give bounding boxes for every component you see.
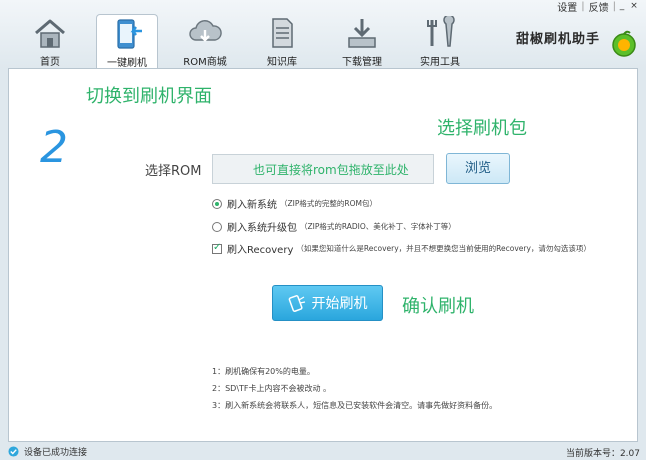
option-recovery[interactable]: 刷入Recovery （如果您知道什么是Recovery，并且不想更换您当前使用… bbox=[212, 241, 591, 256]
note-line: 3：刷入新系统会将联系人，短信息及已安装软件会清空。请事先做好资料备份。 bbox=[212, 401, 498, 410]
feedback-menu[interactable]: 反馈 bbox=[585, 0, 613, 14]
tab-flash[interactable]: 一键刷机 bbox=[96, 14, 158, 69]
tab-tools[interactable]: 实用工具 bbox=[409, 14, 471, 68]
status-bar: 设备已成功连接 当前版本号：2.07 bbox=[0, 442, 646, 460]
version-label: 当前版本号：2.07 bbox=[565, 449, 640, 459]
rom-label: 选择ROM bbox=[145, 164, 202, 179]
tab-label: ROM商城 bbox=[183, 57, 227, 68]
cloud-download-icon bbox=[189, 20, 222, 42]
option-note: （ZIP格式的RADIO、美化补丁、字体补丁等） bbox=[300, 222, 456, 231]
option-label: 刷入新系统 bbox=[227, 200, 277, 211]
start-flash-button[interactable]: 开始刷机 bbox=[272, 285, 383, 321]
tab-rom-store[interactable]: ROM商城 bbox=[174, 14, 236, 68]
option-new-system[interactable]: 刷入新系统 （ZIP格式的完整的ROM包） bbox=[212, 196, 377, 211]
pepper-logo-icon bbox=[612, 30, 636, 57]
brand-name: 甜椒刷机助手 bbox=[516, 32, 601, 47]
phone-flash-icon bbox=[288, 295, 305, 312]
tab-home[interactable]: 首页 bbox=[19, 14, 81, 68]
checkbox[interactable] bbox=[212, 242, 222, 254]
option-note: （ZIP格式的完整的ROM包） bbox=[280, 199, 377, 208]
tab-label: 知识库 bbox=[267, 57, 297, 68]
download-tray-icon bbox=[348, 19, 376, 48]
annotation-choose-package: 选择刷机包 bbox=[437, 118, 527, 139]
home-icon bbox=[35, 19, 65, 48]
step-number: 2 bbox=[40, 122, 68, 173]
note-line: 2：SD\TF卡上内容不会被改动 。 bbox=[212, 384, 332, 393]
top-menu: 设置 | 反馈 | _ × bbox=[553, 0, 640, 14]
settings-menu[interactable]: 设置 bbox=[553, 0, 581, 14]
minimize-button[interactable]: _ bbox=[616, 1, 628, 11]
tab-knowledge[interactable]: 知识库 bbox=[251, 14, 313, 68]
rom-drop-field[interactable]: 也可直接将rom包拖放至此处 bbox=[212, 154, 434, 184]
phone-flash-icon bbox=[117, 19, 142, 49]
connection-status-text: 设备已成功连接 bbox=[24, 448, 88, 458]
close-button[interactable]: × bbox=[628, 1, 640, 11]
document-icon bbox=[272, 18, 293, 48]
browse-button[interactable]: 浏览 bbox=[446, 153, 510, 184]
check-circle-icon bbox=[8, 446, 19, 457]
tab-label: 实用工具 bbox=[420, 57, 460, 68]
radio-button[interactable] bbox=[212, 198, 222, 209]
connection-status: 设备已成功连接 bbox=[8, 445, 87, 458]
tab-label: 下载管理 bbox=[342, 57, 382, 68]
annotation-confirm: 确认刷机 bbox=[402, 296, 474, 317]
tab-label: 首页 bbox=[40, 57, 60, 68]
radio-button[interactable] bbox=[212, 221, 222, 232]
option-label: 刷入Recovery bbox=[227, 245, 294, 256]
option-note: （如果您知道什么是Recovery，并且不想更换您当前使用的Recovery，请… bbox=[296, 244, 591, 253]
note-line: 1：刷机确保有20%的电量。 bbox=[212, 367, 315, 376]
start-flash-label: 开始刷机 bbox=[311, 296, 368, 312]
tools-icon bbox=[427, 16, 455, 47]
tab-label: 一键刷机 bbox=[107, 58, 147, 69]
app-header: 设置 | 反馈 | _ × 首页 一键刷机 ROM商城 知识库 下载管理 实用工… bbox=[0, 0, 646, 69]
annotation-switch: 切换到刷机界面 bbox=[86, 86, 212, 107]
option-label: 刷入系统升级包 bbox=[227, 223, 297, 234]
option-update-package[interactable]: 刷入系统升级包 （ZIP格式的RADIO、美化补丁、字体补丁等） bbox=[212, 219, 456, 234]
tab-downloads[interactable]: 下载管理 bbox=[331, 14, 393, 68]
